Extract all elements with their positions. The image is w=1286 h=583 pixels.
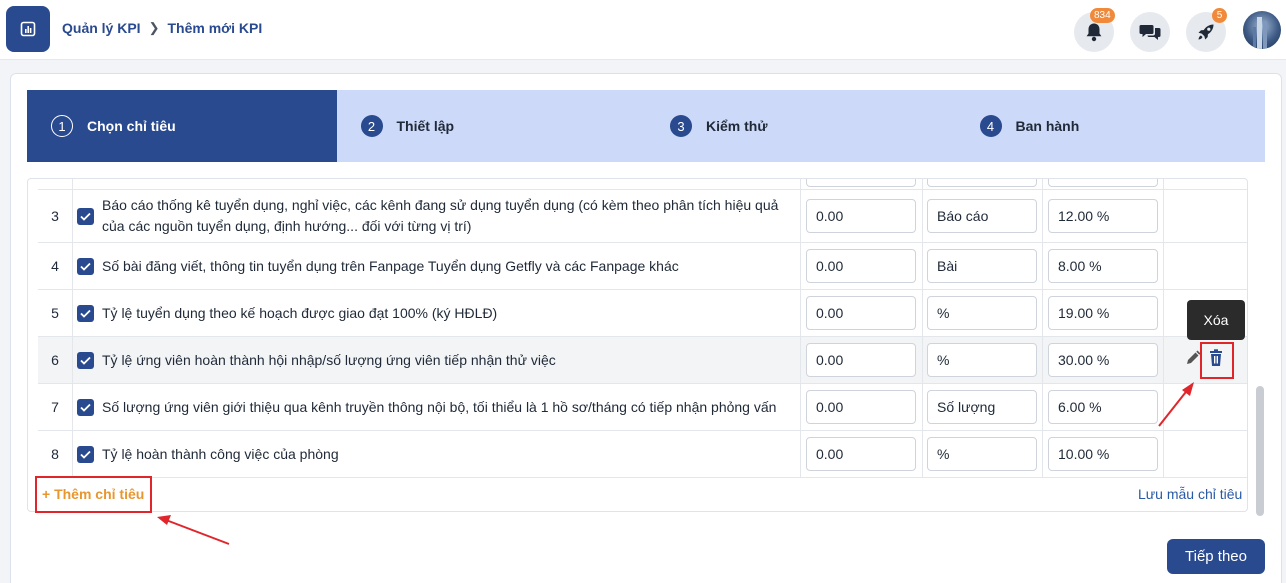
avatar[interactable] <box>1243 11 1281 49</box>
kpi-name: Báo cáo thống kê tuyển dụng, nghỉ việc, … <box>102 197 779 234</box>
step-choose-kpi[interactable]: 1 Chọn chỉ tiêu <box>27 90 337 162</box>
unit-input[interactable]: % <box>927 437 1037 471</box>
row-checkbox[interactable] <box>77 446 94 463</box>
weight-input[interactable]: 19.00 % <box>1048 296 1158 330</box>
check-icon <box>80 212 91 221</box>
breadcrumb-parent[interactable]: Quản lý KPI <box>62 20 141 36</box>
kpi-name: Tỷ lệ ứng viên hoàn thành hội nhập/số lư… <box>102 352 556 368</box>
avatar-image <box>1253 17 1267 49</box>
notifications-button[interactable]: 834 <box>1074 8 1115 52</box>
top-bar: Quản lý KPI ❯ Thêm mới KPI 834 5 <box>0 0 1286 60</box>
table-row: 8 Tỷ lệ hoàn thành công việc của phòng 0… <box>38 431 1247 478</box>
kpi-name: Số bài đăng viết, thông tin tuyển dụng t… <box>102 258 679 274</box>
row-number: 5 <box>51 305 59 321</box>
weight-input[interactable]: 8.00 % <box>1048 249 1158 283</box>
weight-input[interactable]: 10.00 % <box>1048 437 1158 471</box>
table-row-partial <box>38 179 1247 190</box>
weight-input[interactable]: 30.00 % <box>1048 343 1158 377</box>
table-row: 3 Báo cáo thống kê tuyển dụng, nghỉ việc… <box>38 190 1247 243</box>
table-row: 5 Tỷ lệ tuyển dụng theo kế hoạch được gi… <box>38 290 1247 337</box>
row-checkbox[interactable] <box>77 208 94 225</box>
table-row: 4 Số bài đăng viết, thông tin tuyển dụng… <box>38 243 1247 290</box>
check-icon <box>80 356 91 365</box>
row-number: 4 <box>51 258 59 274</box>
pencil-icon[interactable] <box>1185 350 1201 366</box>
updates-badge: 5 <box>1212 8 1227 23</box>
delete-highlight-box <box>1200 342 1234 379</box>
kpi-table: 3 Báo cáo thống kê tuyển dụng, nghỉ việc… <box>27 178 1248 512</box>
chart-icon <box>20 21 36 37</box>
updates-button[interactable]: 5 <box>1186 8 1227 52</box>
kpi-name: Tỷ lệ tuyển dụng theo kế hoạch được giao… <box>102 305 498 321</box>
row-checkbox[interactable] <box>77 352 94 369</box>
step-publish[interactable]: 4 Ban hành <box>955 90 1265 162</box>
unit-input[interactable]: Báo cáo <box>927 199 1037 233</box>
row-checkbox[interactable] <box>77 399 94 416</box>
kpi-name: Tỷ lệ hoàn thành công việc của phòng <box>102 446 339 462</box>
next-button[interactable]: Tiếp theo <box>1167 539 1265 574</box>
save-template-link[interactable]: Lưu mẫu chỉ tiêu <box>1138 486 1242 502</box>
row-checkbox[interactable] <box>77 258 94 275</box>
breadcrumb-current: Thêm mới KPI <box>167 20 263 36</box>
breadcrumb: Quản lý KPI ❯ Thêm mới KPI <box>62 20 262 36</box>
chevron-right-icon: ❯ <box>148 20 160 35</box>
bell-icon <box>1086 23 1102 42</box>
unit-input[interactable]: Số lượng <box>927 390 1037 424</box>
row-number: 7 <box>51 399 59 415</box>
rocket-icon <box>1198 24 1214 40</box>
step-label: Kiểm thử <box>706 118 768 134</box>
step-testing[interactable]: 3 Kiểm thử <box>646 90 956 162</box>
target-value-input[interactable]: 0.00 <box>806 296 916 330</box>
target-value-input[interactable]: 0.00 <box>806 390 916 424</box>
step-setup[interactable]: 2 Thiết lập <box>336 90 646 162</box>
stepper: 1 Chọn chỉ tiêu 2 Thiết lập 3 Kiểm thử 4… <box>27 90 1265 162</box>
step-label: Ban hành <box>1015 118 1080 134</box>
check-icon <box>80 403 91 412</box>
chat-icon <box>1139 25 1161 40</box>
weight-input[interactable]: 12.00 % <box>1048 199 1158 233</box>
app-logo[interactable] <box>6 6 50 52</box>
step-number: 3 <box>670 115 692 137</box>
target-value-input[interactable]: 0.00 <box>806 249 916 283</box>
step-number: 1 <box>51 115 73 137</box>
step-label: Thiết lập <box>396 118 455 134</box>
step-label: Chọn chỉ tiêu <box>87 118 176 134</box>
notification-badge: 834 <box>1090 8 1115 23</box>
add-kpi-highlight-box <box>35 476 152 513</box>
delete-tooltip: Xóa <box>1187 300 1245 340</box>
row-number: 6 <box>51 352 59 368</box>
table-row-hovered: 6 Tỷ lệ ứng viên hoàn thành hội nhập/số … <box>38 337 1247 384</box>
unit-input[interactable]: % <box>927 296 1037 330</box>
row-checkbox[interactable] <box>77 305 94 322</box>
table-row: 7 Số lượng ứng viên giới thiệu qua kênh … <box>38 384 1247 431</box>
messages-button[interactable] <box>1130 12 1170 52</box>
target-value-input[interactable]: 0.00 <box>806 199 916 233</box>
scrollbar-thumb[interactable] <box>1256 386 1264 516</box>
row-number: 3 <box>51 208 59 224</box>
unit-input[interactable]: Bài <box>927 249 1037 283</box>
unit-input[interactable]: % <box>927 343 1037 377</box>
step-number: 2 <box>360 115 383 137</box>
target-value-input[interactable]: 0.00 <box>806 343 916 377</box>
weight-input[interactable]: 6.00 % <box>1048 390 1158 424</box>
kpi-name: Số lượng ứng viên giới thiệu qua kênh tr… <box>102 399 777 415</box>
step-number: 4 <box>979 115 1002 137</box>
check-icon <box>80 450 91 459</box>
row-number: 8 <box>51 446 59 462</box>
target-value-input[interactable]: 0.00 <box>806 437 916 471</box>
check-icon <box>80 309 91 318</box>
check-icon <box>80 262 91 271</box>
